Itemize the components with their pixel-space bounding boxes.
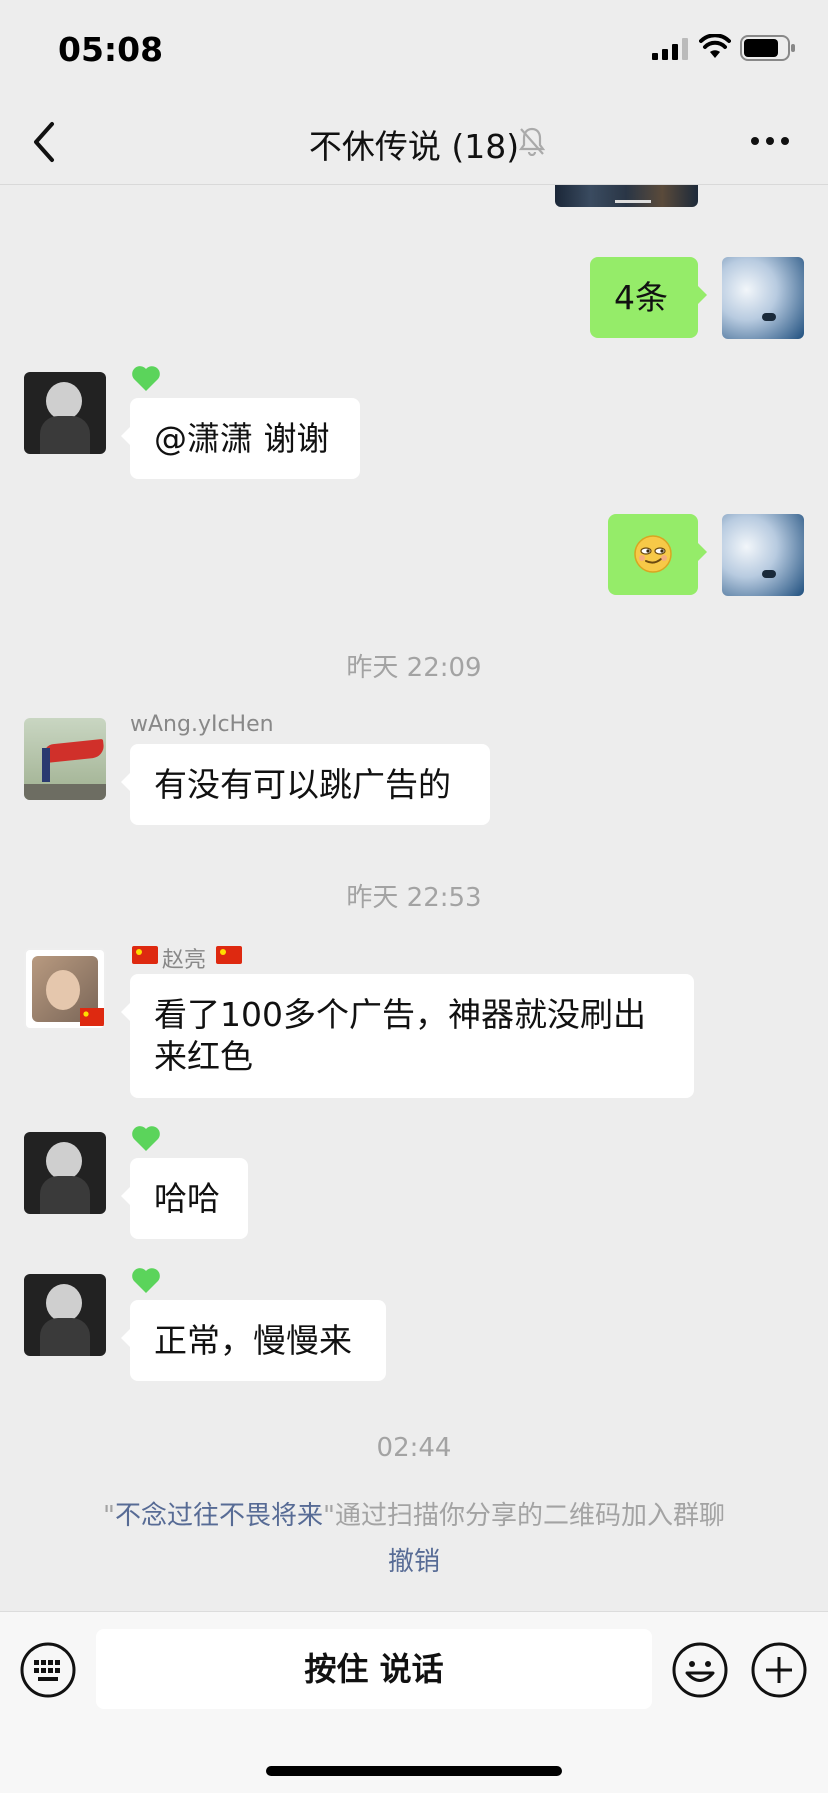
keyboard-icon[interactable] [20,1642,76,1698]
green-heart-icon [132,1268,160,1293]
chat-area[interactable]: 4条 @潇潇 谢谢 昨天 22:09 wAng.yIcHen 有没有可以跳广告的… [0,185,828,1610]
battery-icon [740,35,795,61]
wifi-icon [699,34,731,58]
message-bubble-self[interactable]: 4条 [590,257,707,338]
member-avatar[interactable] [24,372,106,454]
inviter-name-link[interactable]: 不念过往不畏将来 [115,1501,323,1531]
china-flag-icon [80,1008,104,1026]
chat-header: 不休传说 (18) [0,100,828,185]
revoke-link[interactable]: 撤销 [388,1547,440,1577]
quote-mark: " [103,1501,115,1531]
green-heart-icon [132,366,160,391]
message-bubble[interactable]: 正常，慢慢来 [121,1300,386,1381]
system-join-notice: "不念过往不畏将来"通过扫描你分享的二维码加入群聊 撤销 [40,1493,788,1585]
self-avatar[interactable] [722,257,804,339]
message-timestamp: 02:44 [376,1433,452,1463]
more-icon[interactable] [750,136,790,146]
message-bubble[interactable]: 看了100多个广告，神器就没刷出来红色 [121,974,694,1098]
member-avatar[interactable] [24,718,106,800]
self-avatar[interactable] [722,514,804,596]
message-timestamp: 昨天 22:53 [346,883,482,913]
status-bar: 05:08 [0,0,828,100]
member-avatar[interactable] [24,1132,106,1214]
plus-icon[interactable] [751,1642,807,1698]
sender-name: 赵亮 [162,948,207,973]
emoji-icon[interactable] [672,1642,728,1698]
status-time: 05:08 [58,30,164,69]
signal-icon [652,38,688,60]
china-flag-icon [132,946,158,964]
system-message-text: 通过扫描你分享的二维码加入群聊 [334,1501,725,1531]
message-bubble[interactable]: 哈哈 [121,1158,248,1239]
sender-name: wAng.yIcHen [130,712,274,737]
china-flag-icon [216,946,242,964]
hold-to-talk-button[interactable]: 按住 说话 [96,1629,652,1709]
smirk-emoji-icon [634,535,672,573]
green-heart-icon [132,1126,160,1151]
shared-image-thumbnail[interactable] [555,185,698,207]
member-avatar[interactable] [24,1274,106,1356]
mute-bell-icon [518,127,546,156]
quote-mark: " [323,1501,335,1531]
member-avatar[interactable] [24,948,106,1030]
message-timestamp: 昨天 22:09 [346,653,482,683]
chat-title: 不休传说 (18) [308,127,520,166]
message-bubble[interactable]: @潇潇 谢谢 [121,398,360,479]
message-bubble[interactable]: 有没有可以跳广告的 [121,744,490,825]
home-indicator[interactable] [266,1766,562,1776]
message-bubble-self-emoji[interactable] [608,514,707,595]
